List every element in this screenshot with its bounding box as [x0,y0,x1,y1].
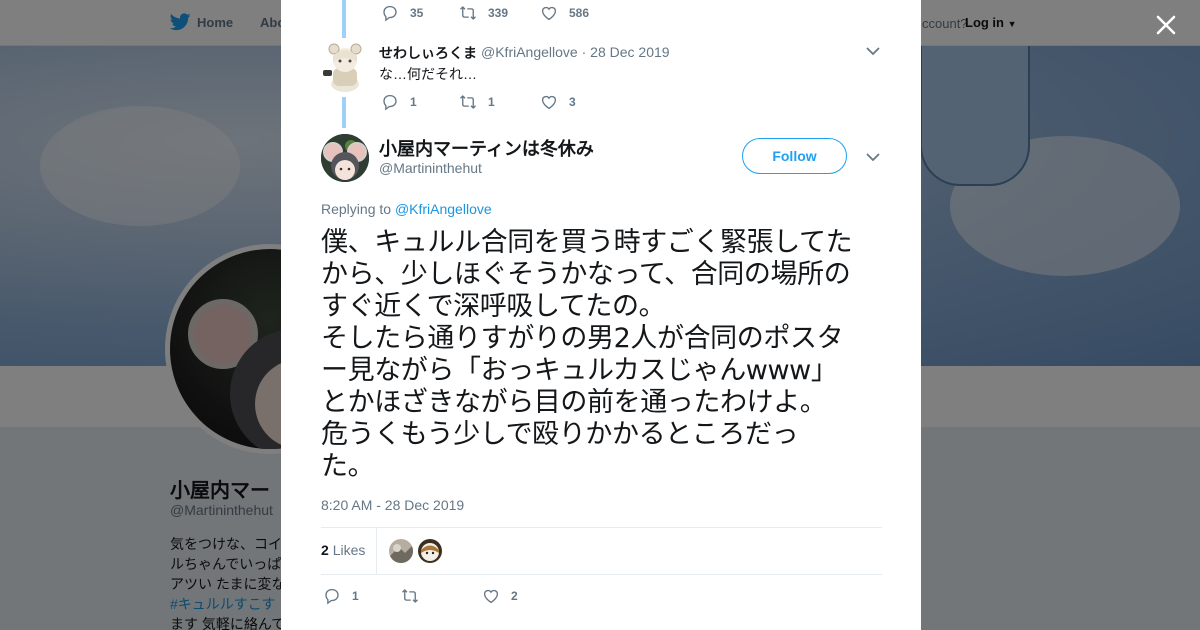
reply-date[interactable]: 28 Dec 2019 [590,44,669,60]
reply-button[interactable]: 1 [323,587,401,605]
reply-button[interactable]: 1 [381,93,459,111]
retweet-icon [460,95,476,109]
reply-icon [383,5,397,22]
like-icon [483,589,499,604]
thread-connector [342,0,346,38]
thread-connector [342,97,346,128]
retweet-count: 1 [488,95,495,109]
reply-button[interactable]: 35 [381,4,459,22]
main-author-avatar[interactable] [321,134,369,182]
reply-author-handle[interactable]: @KfriAngellove [481,44,578,60]
retweet-icon [460,6,476,20]
follow-button[interactable]: Follow [742,138,847,174]
stats-divider [376,528,377,574]
like-button[interactable]: 586 [540,4,620,22]
liker-avatar[interactable] [418,539,442,563]
chevron-down-icon[interactable] [865,45,881,57]
like-icon [541,6,557,21]
tweet-timestamp[interactable]: 8:20 AM - 28 Dec 2019 [321,497,464,513]
retweet-icon [402,589,418,603]
like-count: 586 [569,6,590,20]
like-button[interactable]: 2 [482,587,562,605]
reply-count: 1 [410,95,417,109]
tweet-text: 僕、キュルル合同を買う時すごく緊張してた から、少しほぐそうかなって、合同の場所… [321,227,853,482]
like-icon [541,95,557,110]
main-author-name[interactable]: 小屋内マーティンは冬休み [379,135,594,161]
reply-tweet-actions: 1 1 3 [381,92,620,112]
replying-to-link[interactable]: @KfriAngellove [395,201,492,217]
retweet-button[interactable] [401,587,482,605]
reply-author-avatar[interactable] [321,40,369,92]
reply-count: 35 [410,6,424,20]
meta-separator: · [581,44,587,60]
replying-prefix: Replying to [321,201,392,217]
reply-text: な…何だそれ… [379,66,477,82]
main-author-handle[interactable]: @Martininthehut [379,160,482,176]
reply-count: 1 [352,589,359,603]
main-tweet-actions: 1 2 [323,586,562,606]
retweet-button[interactable]: 1 [459,93,540,111]
reply-author-name[interactable]: せわしぃろくま [379,43,477,63]
retweet-count: 339 [488,6,509,20]
likes-stat[interactable]: 2 Likes [321,542,365,558]
reply-author-meta: @KfriAngellove · 28 Dec 2019 [481,44,670,60]
chevron-down-icon[interactable] [865,151,881,163]
previous-tweet-actions: 35 339 586 [381,3,620,23]
close-icon[interactable] [1153,12,1179,38]
reply-icon [383,94,397,111]
replying-to: Replying to @KfriAngellove [321,201,492,217]
like-count: 2 [511,589,518,603]
tweet-modal: 35 339 586 せわしぃろくま @KfriAngellove · 28 D… [281,0,921,630]
reply-icon [325,588,339,605]
likes-count: 2 [321,542,329,558]
like-button[interactable]: 3 [540,93,620,111]
tweet-stats: 2 Likes [321,527,882,575]
retweet-button[interactable]: 339 [459,4,540,22]
like-count: 3 [569,95,576,109]
likes-label: Likes [332,542,366,558]
liker-avatar[interactable] [389,539,413,563]
